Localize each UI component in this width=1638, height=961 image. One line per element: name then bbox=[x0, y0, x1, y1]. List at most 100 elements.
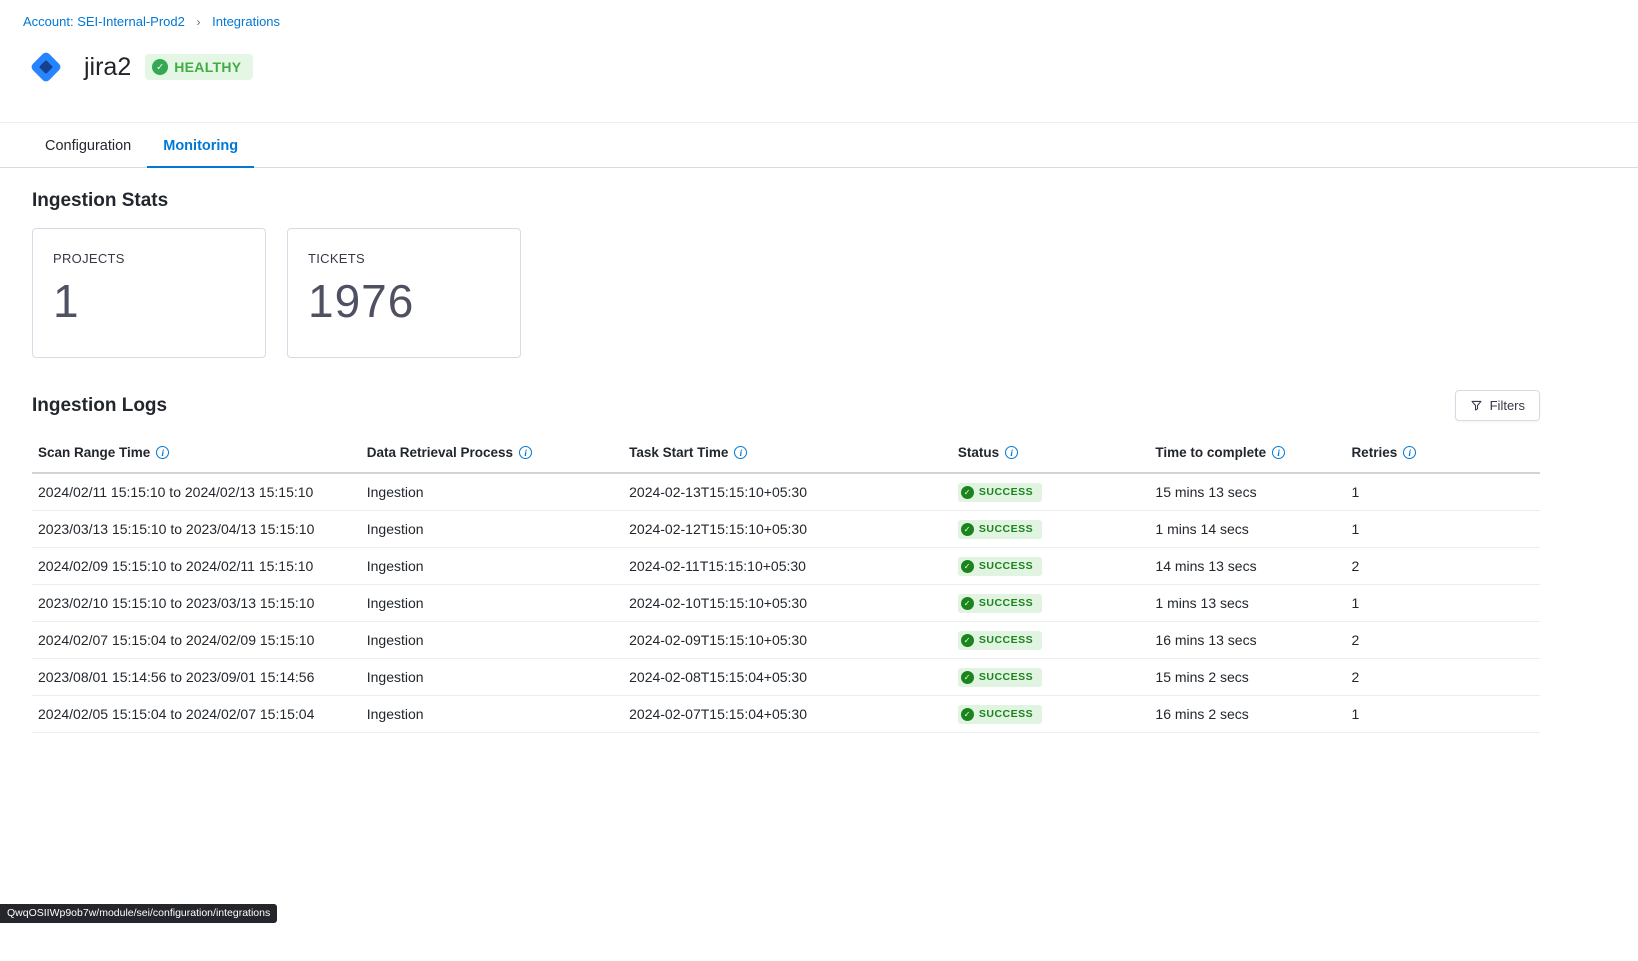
column-task-start-time: Task Start Time bbox=[623, 437, 952, 473]
status-cell: SUCCESS bbox=[952, 584, 1150, 621]
time-to-complete-cell: 15 mins 2 secs bbox=[1149, 658, 1345, 695]
status-cell: SUCCESS bbox=[952, 695, 1150, 732]
retries-cell: 1 bbox=[1345, 695, 1540, 732]
task-start-cell: 2024-02-07T15:15:04+05:30 bbox=[623, 695, 952, 732]
info-icon[interactable] bbox=[1005, 446, 1018, 459]
status-badge: SUCCESS bbox=[958, 705, 1042, 724]
tab-monitoring[interactable]: Monitoring bbox=[147, 123, 254, 168]
process-cell: Ingestion bbox=[361, 473, 623, 510]
tab-configuration[interactable]: Configuration bbox=[29, 123, 147, 168]
status-cell: SUCCESS bbox=[952, 473, 1150, 510]
check-icon bbox=[961, 671, 974, 684]
time-to-complete-cell: 1 mins 14 secs bbox=[1149, 510, 1345, 547]
health-badge-label: HEALTHY bbox=[174, 59, 241, 75]
url-tooltip: QwqOSIIWp9ob7w/module/sei/configuration/… bbox=[0, 904, 277, 923]
filters-button[interactable]: Filters bbox=[1455, 390, 1540, 421]
task-start-cell: 2024-02-12T15:15:10+05:30 bbox=[623, 510, 952, 547]
task-start-cell: 2024-02-10T15:15:10+05:30 bbox=[623, 584, 952, 621]
info-icon[interactable] bbox=[734, 446, 747, 459]
status-badge-label: SUCCESS bbox=[979, 671, 1033, 683]
scan-range-cell: 2024/02/09 15:15:10 to 2024/02/11 15:15:… bbox=[32, 547, 361, 584]
breadcrumb-integrations-link[interactable]: Integrations bbox=[212, 14, 280, 29]
table-row: 2023/03/13 15:15:10 to 2023/04/13 15:15:… bbox=[32, 510, 1540, 547]
task-start-cell: 2024-02-11T15:15:10+05:30 bbox=[623, 547, 952, 584]
check-icon bbox=[961, 523, 974, 536]
time-to-complete-cell: 16 mins 13 secs bbox=[1149, 621, 1345, 658]
page-title: jira2 bbox=[84, 53, 131, 82]
table-row: 2023/02/10 15:15:10 to 2023/03/13 15:15:… bbox=[32, 584, 1540, 621]
table-row: 2024/02/09 15:15:10 to 2024/02/11 15:15:… bbox=[32, 547, 1540, 584]
stat-card-projects: PROJECTS 1 bbox=[32, 228, 266, 358]
column-retries: Retries bbox=[1345, 437, 1540, 473]
check-icon bbox=[961, 597, 974, 610]
scan-range-cell: 2023/08/01 15:14:56 to 2023/09/01 15:14:… bbox=[32, 658, 361, 695]
retries-cell: 2 bbox=[1345, 658, 1540, 695]
status-badge: SUCCESS bbox=[958, 483, 1042, 502]
process-cell: Ingestion bbox=[361, 695, 623, 732]
table-row: 2024/02/05 15:15:04 to 2024/02/07 15:15:… bbox=[32, 695, 1540, 732]
tab-bar: Configuration Monitoring bbox=[0, 123, 1638, 168]
jira-logo-icon bbox=[20, 41, 72, 93]
breadcrumb-account-link[interactable]: Account: SEI-Internal-Prod2 bbox=[23, 14, 185, 29]
info-icon[interactable] bbox=[1272, 446, 1285, 459]
retries-cell: 2 bbox=[1345, 547, 1540, 584]
time-to-complete-cell: 15 mins 13 secs bbox=[1149, 473, 1345, 510]
stat-card-label: TICKETS bbox=[308, 251, 500, 266]
column-data-retrieval-process: Data Retrieval Process bbox=[361, 437, 623, 473]
scan-range-cell: 2024/02/05 15:15:04 to 2024/02/07 15:15:… bbox=[32, 695, 361, 732]
status-badge: SUCCESS bbox=[958, 594, 1042, 613]
process-cell: Ingestion bbox=[361, 658, 623, 695]
scan-range-cell: 2023/03/13 15:15:10 to 2023/04/13 15:15:… bbox=[32, 510, 361, 547]
main-content: Ingestion Stats PROJECTS 1 TICKETS 1976 … bbox=[0, 190, 1638, 733]
task-start-cell: 2024-02-08T15:15:04+05:30 bbox=[623, 658, 952, 695]
status-badge-label: SUCCESS bbox=[979, 708, 1033, 720]
column-status: Status bbox=[952, 437, 1150, 473]
column-time-to-complete: Time to complete bbox=[1149, 437, 1345, 473]
filter-funnel-icon bbox=[1470, 399, 1483, 412]
chevron-right-icon: › bbox=[196, 15, 200, 29]
check-icon bbox=[961, 560, 974, 573]
status-badge-label: SUCCESS bbox=[979, 560, 1033, 572]
stat-card-value: 1 bbox=[53, 278, 245, 324]
retries-cell: 1 bbox=[1345, 584, 1540, 621]
status-cell: SUCCESS bbox=[952, 510, 1150, 547]
filters-button-label: Filters bbox=[1490, 398, 1525, 413]
status-cell: SUCCESS bbox=[952, 547, 1150, 584]
ingestion-logs-table: Scan Range Time Data Retrieval Process T… bbox=[32, 437, 1540, 733]
check-icon bbox=[152, 59, 168, 75]
time-to-complete-cell: 1 mins 13 secs bbox=[1149, 584, 1345, 621]
status-badge: SUCCESS bbox=[958, 557, 1042, 576]
ingestion-stats-title: Ingestion Stats bbox=[32, 190, 1540, 212]
info-icon[interactable] bbox=[156, 446, 169, 459]
top-header: Account: SEI-Internal-Prod2 › Integratio… bbox=[0, 0, 1638, 123]
process-cell: Ingestion bbox=[361, 621, 623, 658]
status-badge: SUCCESS bbox=[958, 631, 1042, 650]
time-to-complete-cell: 14 mins 13 secs bbox=[1149, 547, 1345, 584]
table-header-row: Scan Range Time Data Retrieval Process T… bbox=[32, 437, 1540, 473]
check-icon bbox=[961, 708, 974, 721]
ingestion-logs-header: Ingestion Logs Filters bbox=[32, 390, 1540, 421]
stat-card-label: PROJECTS bbox=[53, 251, 245, 266]
retries-cell: 1 bbox=[1345, 510, 1540, 547]
time-to-complete-cell: 16 mins 2 secs bbox=[1149, 695, 1345, 732]
status-badge: SUCCESS bbox=[958, 668, 1042, 687]
title-row: jira2 HEALTHY bbox=[23, 41, 1614, 93]
check-icon bbox=[961, 486, 974, 499]
table-row: 2024/02/11 15:15:10 to 2024/02/13 15:15:… bbox=[32, 473, 1540, 510]
status-badge: SUCCESS bbox=[958, 520, 1042, 539]
process-cell: Ingestion bbox=[361, 584, 623, 621]
breadcrumb: Account: SEI-Internal-Prod2 › Integratio… bbox=[23, 14, 1614, 30]
stat-cards: PROJECTS 1 TICKETS 1976 bbox=[32, 228, 1540, 358]
scan-range-cell: 2023/02/10 15:15:10 to 2023/03/13 15:15:… bbox=[32, 584, 361, 621]
table-row: 2023/08/01 15:14:56 to 2023/09/01 15:14:… bbox=[32, 658, 1540, 695]
info-icon[interactable] bbox=[519, 446, 532, 459]
process-cell: Ingestion bbox=[361, 547, 623, 584]
process-cell: Ingestion bbox=[361, 510, 623, 547]
task-start-cell: 2024-02-09T15:15:10+05:30 bbox=[623, 621, 952, 658]
scan-range-cell: 2024/02/07 15:15:04 to 2024/02/09 15:15:… bbox=[32, 621, 361, 658]
task-start-cell: 2024-02-13T15:15:10+05:30 bbox=[623, 473, 952, 510]
page: Account: SEI-Internal-Prod2 › Integratio… bbox=[0, 0, 1638, 733]
retries-cell: 1 bbox=[1345, 473, 1540, 510]
info-icon[interactable] bbox=[1403, 446, 1416, 459]
retries-cell: 2 bbox=[1345, 621, 1540, 658]
